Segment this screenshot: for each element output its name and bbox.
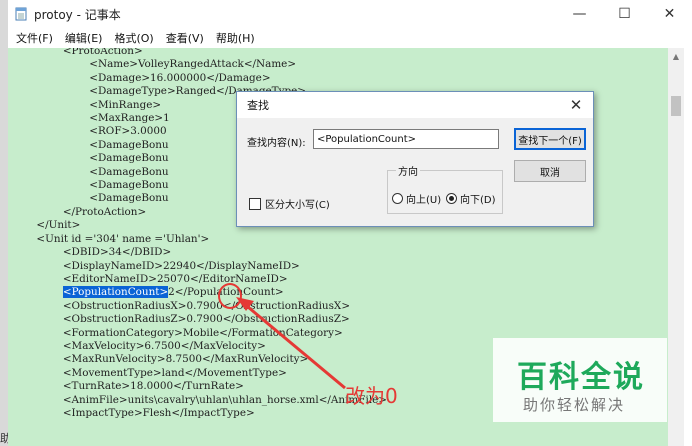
annotation-text: 改为0: [345, 384, 398, 408]
watermark-subtitle: 助你轻松解决: [523, 396, 626, 414]
watermark-title: 百科全说: [517, 360, 645, 395]
watermark: 百科全说 助你轻松解决: [493, 338, 667, 422]
